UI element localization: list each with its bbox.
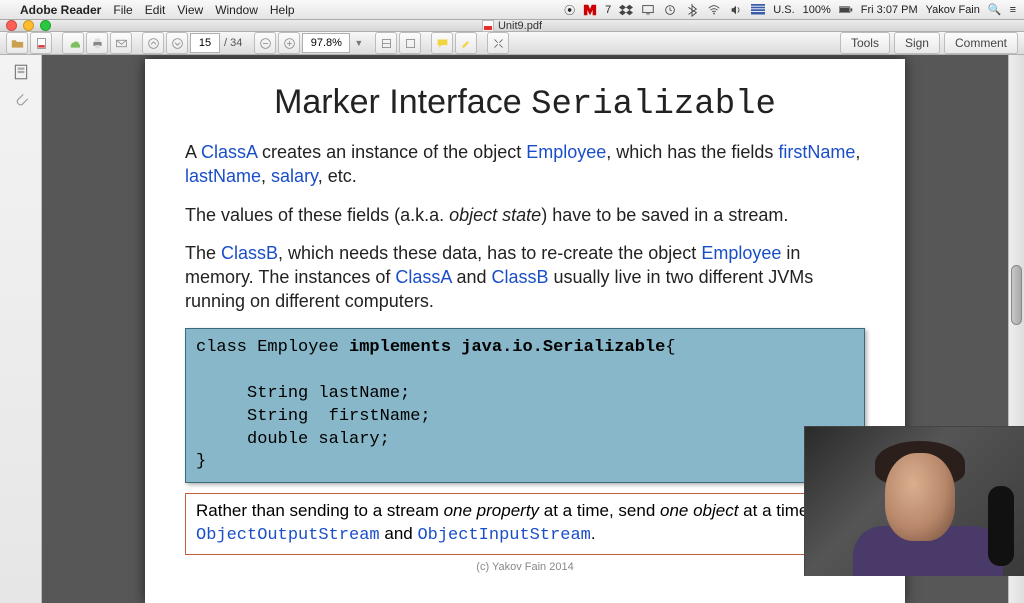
thumbnails-panel-icon[interactable]	[12, 63, 30, 81]
page-up-button[interactable]	[142, 32, 164, 54]
volume-icon[interactable]	[729, 3, 743, 17]
create-pdf-button[interactable]	[30, 32, 52, 54]
page-total: / 34	[222, 37, 244, 49]
pdf-file-icon	[482, 20, 494, 32]
pdf-page: Marker Interface Serializable A ClassA c…	[145, 59, 905, 603]
sign-button[interactable]: Sign	[894, 32, 940, 54]
clock[interactable]: Fri 3:07 PM	[861, 4, 918, 16]
print-button[interactable]	[86, 32, 108, 54]
display-icon[interactable]	[641, 3, 655, 17]
scrollbar-thumb[interactable]	[1011, 265, 1022, 325]
mac-menubar: Adobe Reader File Edit View Window Help …	[0, 0, 1024, 20]
paragraph-2: The values of these fields (a.k.a. objec…	[185, 203, 865, 227]
battery-percent[interactable]: 100%	[803, 4, 831, 16]
comment-button[interactable]: Comment	[944, 32, 1018, 54]
adobe-tray-icon[interactable]	[583, 3, 597, 17]
page-title: Marker Interface Serializable	[185, 83, 865, 124]
bluetooth-icon[interactable]	[685, 3, 699, 17]
flag-icon[interactable]	[751, 3, 765, 17]
menu-window[interactable]: Window	[215, 3, 258, 17]
zoom-out-button[interactable]	[254, 32, 276, 54]
menubar-number: 7	[605, 4, 611, 16]
highlight-button[interactable]	[455, 32, 477, 54]
locale-label[interactable]: U.S.	[773, 4, 794, 16]
fit-page-button[interactable]	[399, 32, 421, 54]
sidebar	[0, 55, 42, 603]
dropbox-icon[interactable]	[619, 3, 633, 17]
menu-file[interactable]: File	[113, 3, 132, 17]
menu-edit[interactable]: Edit	[145, 3, 166, 17]
zoom-dropdown-icon[interactable]: ▼	[352, 38, 365, 48]
window-titlebar: Unit9.pdf	[0, 20, 1024, 32]
spotlight-icon[interactable]: 🔍	[988, 3, 1002, 16]
notifications-icon[interactable]: ≡	[1010, 4, 1016, 16]
page-number-input[interactable]	[190, 33, 220, 53]
zoom-input[interactable]	[302, 33, 350, 53]
code-block: class Employee implements java.io.Serial…	[185, 328, 865, 484]
save-cloud-button[interactable]	[62, 32, 84, 54]
read-mode-button[interactable]	[487, 32, 509, 54]
paragraph-3: The ClassB, which needs these data, has …	[185, 241, 865, 314]
recording-icon[interactable]: ⦿	[564, 2, 575, 18]
menu-help[interactable]: Help	[270, 3, 295, 17]
user-name[interactable]: Yakov Fain	[926, 4, 980, 16]
zoom-in-button[interactable]	[278, 32, 300, 54]
battery-icon[interactable]	[839, 3, 853, 17]
menubar-right: ⦿ 7 U.S. 100% Fri 3:07 PM Yakov Fain 🔍 ≡	[564, 2, 1016, 18]
timemachine-icon[interactable]	[663, 3, 677, 17]
toolbar: / 34 ▼ Tools Sign Comment	[0, 32, 1024, 55]
tools-button[interactable]: Tools	[840, 32, 890, 54]
fit-width-button[interactable]	[375, 32, 397, 54]
webcam-overlay	[804, 426, 1024, 576]
open-button[interactable]	[6, 32, 28, 54]
note-box: Rather than sending to a stream one prop…	[185, 493, 865, 555]
menu-view[interactable]: View	[177, 3, 203, 17]
comment-bubble-button[interactable]	[431, 32, 453, 54]
email-button[interactable]	[110, 32, 132, 54]
window-title: Unit9.pdf	[498, 20, 542, 32]
microphone-icon	[988, 486, 1014, 566]
page-footer: (c) Yakov Fain 2014	[185, 561, 865, 573]
page-down-button[interactable]	[166, 32, 188, 54]
wifi-icon[interactable]	[707, 3, 721, 17]
paragraph-1: A ClassA creates an instance of the obje…	[185, 140, 865, 189]
app-name[interactable]: Adobe Reader	[20, 3, 101, 17]
attachments-panel-icon[interactable]	[12, 91, 30, 109]
